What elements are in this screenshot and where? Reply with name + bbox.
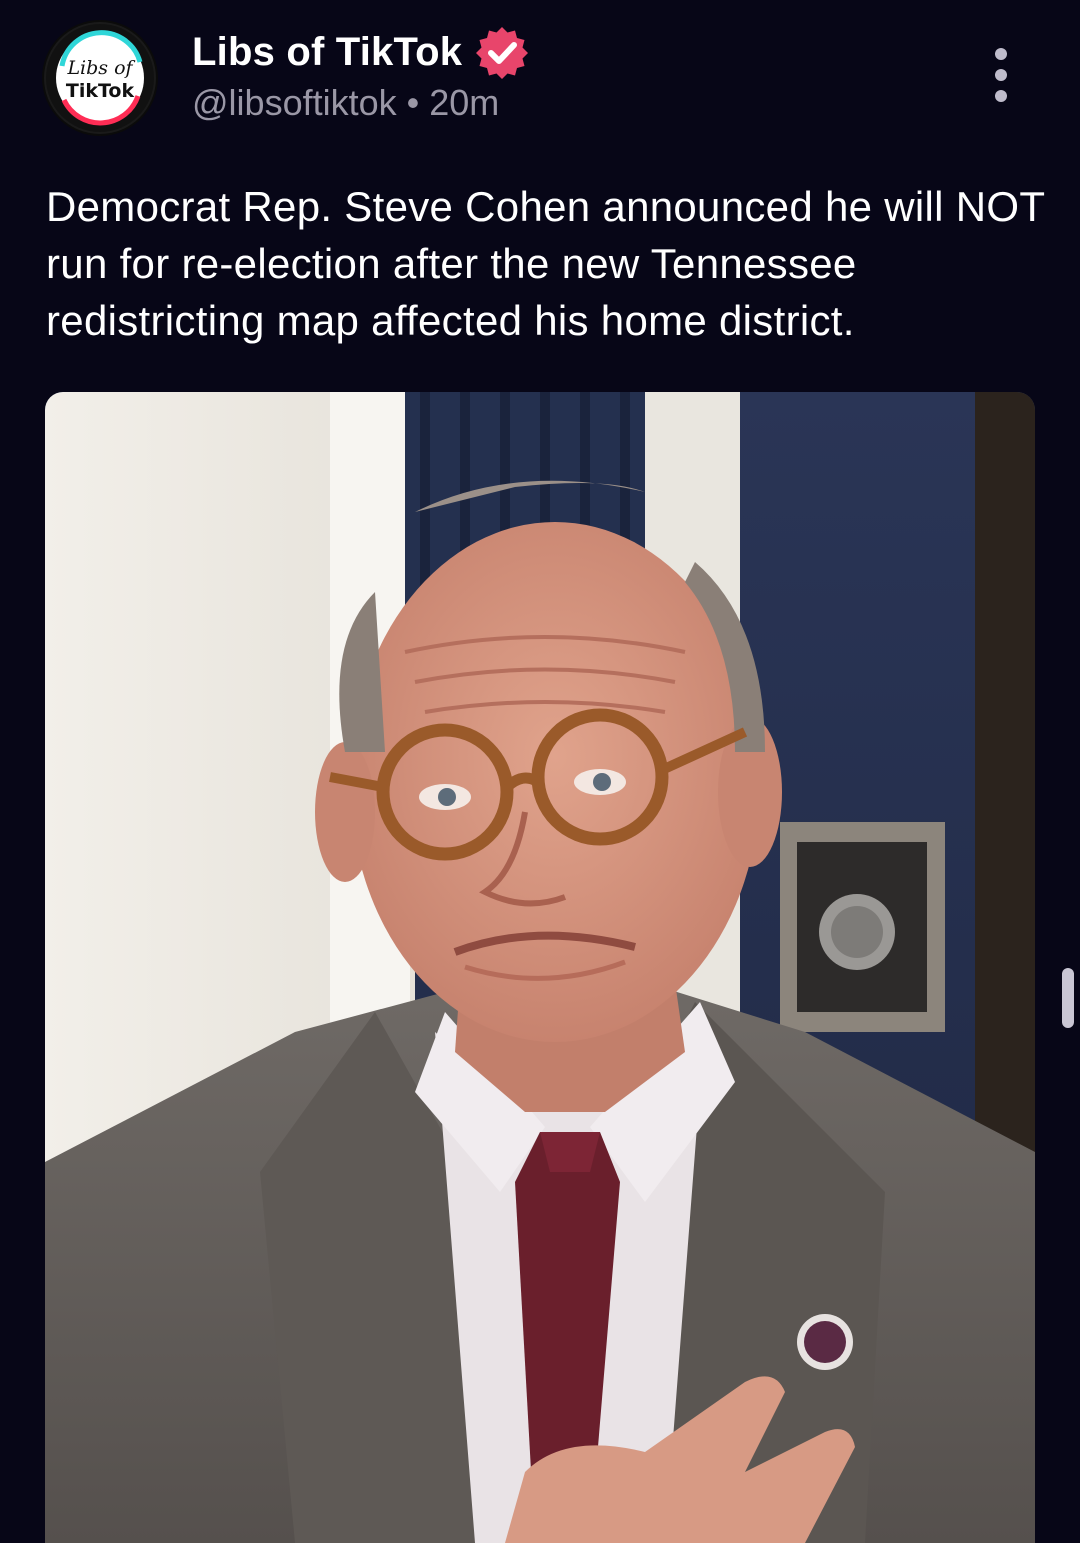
post-media-image[interactable] [45,392,1035,1543]
more-vertical-icon-dot-1 [995,48,1007,60]
photo-of-man-in-glasses [45,392,1035,1543]
account-handle[interactable]: @libsoftiktok [192,82,397,123]
post-timestamp: 20m [429,82,500,123]
avatar-line-1: Libs of [66,57,135,79]
meta-separator: • [406,82,420,123]
post-screen: Libs of TikTok Libs of TikTok @libsoftik… [0,0,1080,1543]
more-vertical-icon-dot-3 [995,90,1007,102]
display-name-row[interactable]: Libs of TikTok [192,24,530,80]
display-name[interactable]: Libs of TikTok [192,30,462,75]
post-text: Democrat Rep. Steve Cohen announced he w… [46,183,1045,344]
post-meta: @libsoftiktok • 20m [192,82,499,124]
account-avatar[interactable]: Libs of TikTok [44,22,156,134]
avatar-line-2: TikTok [66,80,135,102]
verified-badge-icon [476,27,529,79]
scrollbar-thumb[interactable] [1062,968,1074,1028]
libs-of-tiktok-logo: Libs of TikTok [46,24,154,132]
more-vertical-icon-dot-2 [995,69,1007,81]
more-options-button[interactable] [982,48,1020,102]
